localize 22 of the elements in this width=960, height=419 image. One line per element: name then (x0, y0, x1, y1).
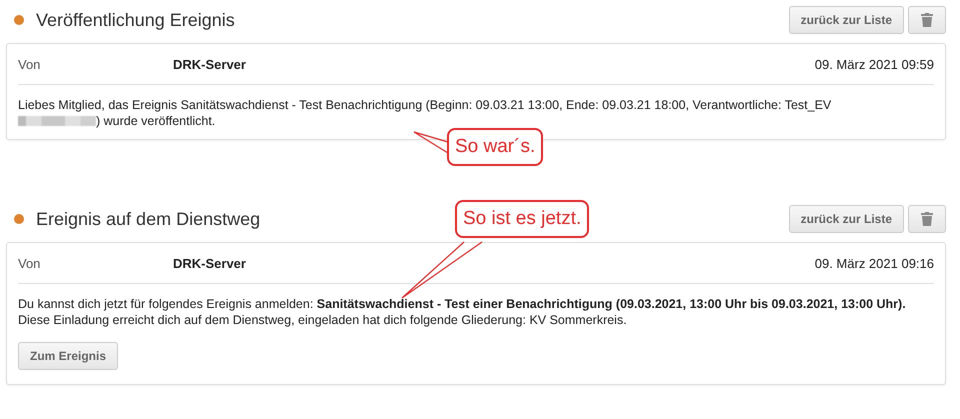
trash-icon (921, 212, 933, 226)
delete-button[interactable] (908, 205, 946, 233)
message-text: Liebes Mitglied, das Ereignis Sanitätswachdienst - Test Benachrichtigung (Beginn: 09.03.21 13:00, Ende: 09.03.21 18:00, Verantwortliche: Test_EV (18, 97, 832, 113)
from-label: Von (18, 256, 42, 270)
back-to-list-button[interactable]: zurück zur Liste (788, 205, 904, 233)
message-date: 09. März 2021 09:16 (814, 256, 934, 270)
section-title: Veröffentlichung Ereignis (36, 10, 235, 30)
message-text: ) wurde veröffentlicht. (96, 113, 216, 129)
message-text: Diese Einladung erreicht dich auf dem Dienstweg, eingeladen hat dich folgende Gliederung: KV Sommerkreis. (18, 312, 628, 328)
message-date: 09. März 2021 09:59 (814, 56, 934, 72)
from-label: Von (18, 56, 42, 72)
sender-name: DRK-Server (173, 56, 247, 72)
section-title: Ereignis auf dem Dienstweg (36, 208, 260, 230)
sender-name: DRK-Server (173, 256, 247, 270)
callout: So ist es jetzt. (455, 200, 590, 238)
callout-pointer (414, 132, 448, 154)
message-text: Du kannst dich jetzt für folgendes Ereignis anmelden: Sanitätswachdienst - Test einer Benachrichtigung (09.03.2021, 13:00 Uhr bis 09.03.2021, 13:00 Uhr). (18, 296, 907, 312)
back-to-list-button[interactable]: zurück zur Liste (788, 6, 904, 34)
open-event-button[interactable]: Zum Ereignis (18, 342, 118, 370)
delete-button[interactable] (908, 6, 946, 34)
trash-icon (921, 13, 933, 27)
callout: So war´s. (447, 128, 544, 166)
